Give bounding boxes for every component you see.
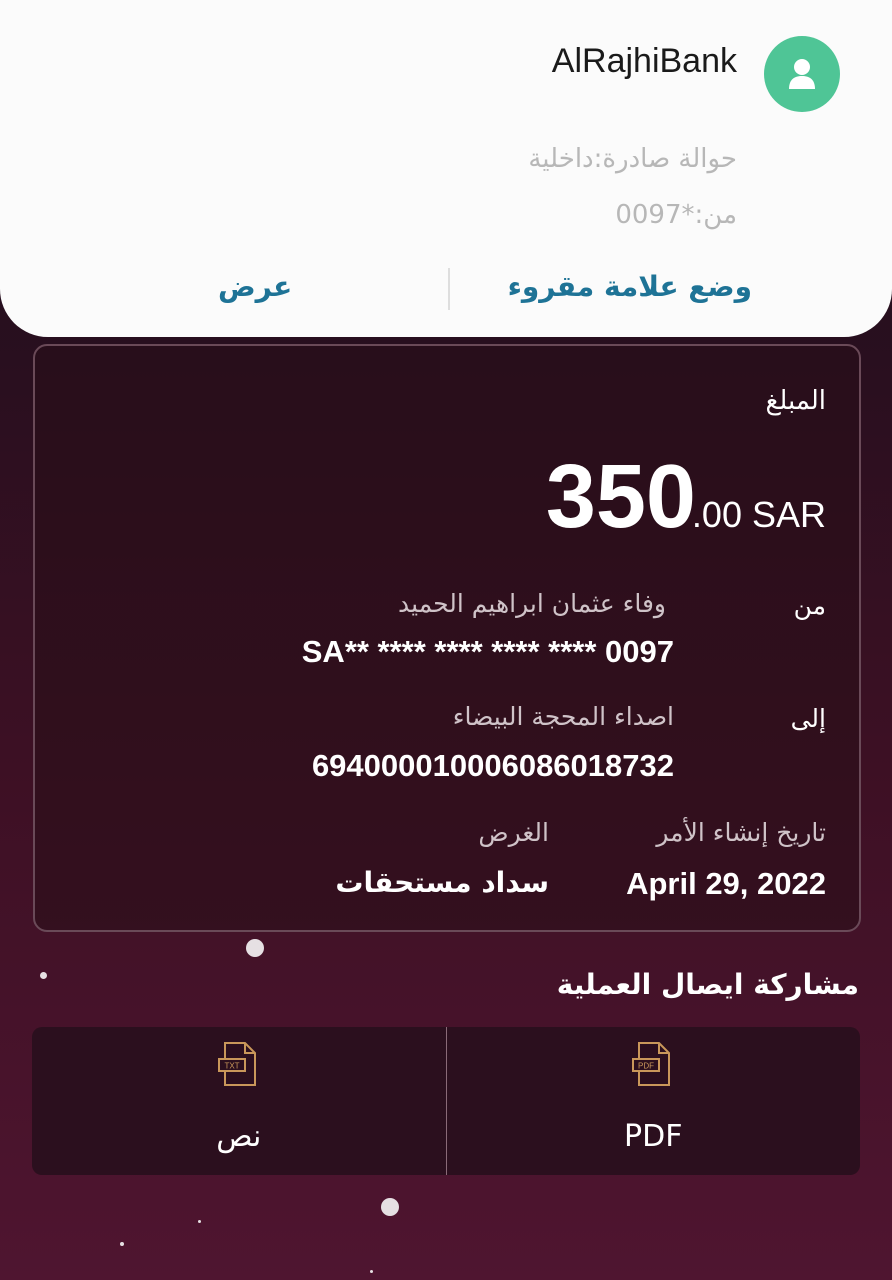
view-button[interactable]: عرض xyxy=(218,270,292,303)
share-text-button[interactable]: TXT نص xyxy=(32,1027,446,1175)
share-options: TXT نص PDF PDF xyxy=(32,1027,860,1175)
txt-file-icon: TXT xyxy=(217,1042,256,1086)
date-label: تاريخ إنشاء الأمر xyxy=(656,818,826,847)
to-label: إلى xyxy=(790,704,826,733)
notification-body: من:*0097 xyxy=(615,200,737,230)
share-pdf-button[interactable]: PDF PDF xyxy=(447,1027,861,1175)
beneficiary-name: اصداء المحجة البيضاء xyxy=(452,702,674,731)
purpose-label: الغرض xyxy=(478,818,549,847)
date-value: April 29, 2022 xyxy=(626,866,826,901)
amount-integer: 350 xyxy=(545,447,696,547)
decorative-dot xyxy=(120,1242,124,1246)
notification-card[interactable]: AlRajhiBank حوالة صادرة:داخلية من:*0097 … xyxy=(0,0,892,337)
amount-decimal-currency: .00 SAR xyxy=(691,494,826,535)
from-label: من xyxy=(793,591,826,620)
sender-account: SA** **** **** **** **** 0097 xyxy=(301,634,674,669)
decorative-dot xyxy=(370,1270,373,1273)
decorative-dot xyxy=(40,972,47,979)
purpose-value: سداد مستحقات xyxy=(335,866,549,899)
transfer-details-card: المبلغ 350 .00 SAR من وفاء عثمان ابراهيم… xyxy=(33,344,861,932)
notification-title: حوالة صادرة:داخلية xyxy=(528,144,737,174)
beneficiary-account: 694000010006086018732 xyxy=(311,748,674,783)
svg-text:PDF: PDF xyxy=(638,1062,654,1071)
decorative-dot xyxy=(381,1198,399,1216)
mark-as-read-button[interactable]: وضع علامة مقروء xyxy=(508,270,752,303)
share-receipt-title: مشاركة ايصال العملية xyxy=(556,968,859,1001)
svg-text:TXT: TXT xyxy=(224,1062,239,1071)
person-icon xyxy=(789,59,815,89)
avatar xyxy=(764,36,840,112)
sender-name: وفاء عثمان ابراهيم الحميد xyxy=(398,589,666,618)
pdf-file-icon: PDF xyxy=(632,1042,671,1086)
amount-label: المبلغ xyxy=(765,386,826,416)
share-text-label: نص xyxy=(216,1119,262,1154)
decorative-dot xyxy=(246,939,264,957)
notification-app-name: AlRajhiBank xyxy=(551,42,737,80)
decorative-dot xyxy=(198,1220,201,1223)
action-divider xyxy=(448,268,450,310)
share-pdf-label: PDF xyxy=(624,1119,683,1154)
